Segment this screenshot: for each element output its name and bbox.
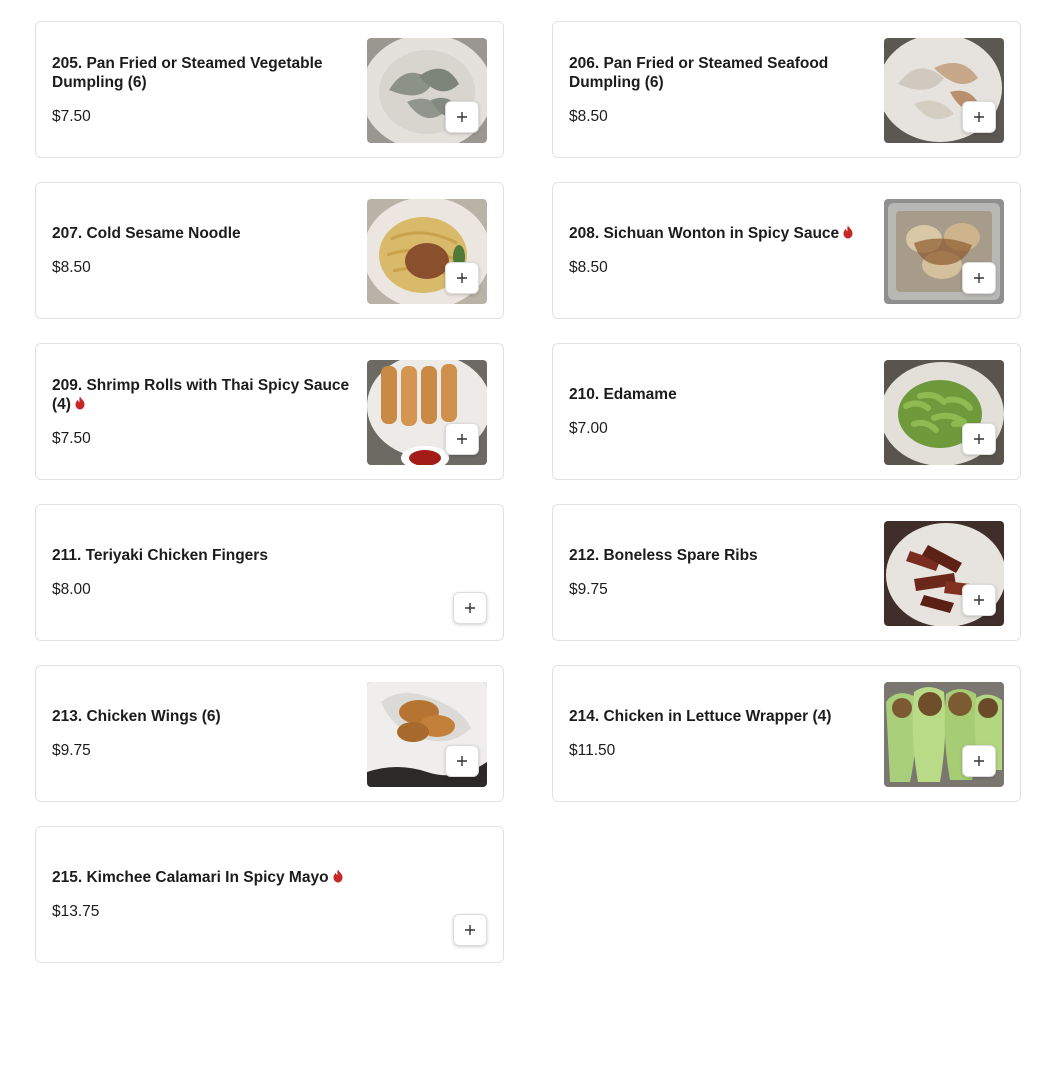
item-price: $8.50: [569, 107, 608, 125]
add-to-cart-button[interactable]: [445, 745, 479, 777]
plus-icon: [457, 434, 467, 444]
menu-item-card[interactable]: 213. Chicken Wings (6) $9.75: [35, 665, 504, 802]
menu-item-card[interactable]: 215. Kimchee Calamari In Spicy Mayo $13.…: [35, 826, 504, 963]
item-info: 215. Kimchee Calamari In Spicy Mayo $13.…: [52, 827, 463, 962]
item-info: 213. Chicken Wings (6) $9.75: [52, 666, 353, 801]
item-name: 213. Chicken Wings (6): [52, 708, 221, 726]
item-info: 210. Edamame $7.00: [569, 344, 870, 479]
add-to-cart-button[interactable]: [445, 262, 479, 294]
item-info: 205. Pan Fried or Steamed Vegetable Dump…: [52, 22, 353, 157]
add-to-cart-button[interactable]: [962, 101, 996, 133]
item-name: 210. Edamame: [569, 386, 677, 404]
plus-icon: [974, 112, 984, 122]
item-name: 208. Sichuan Wonton in Spicy Sauce: [569, 224, 870, 244]
item-info: 208. Sichuan Wonton in Spicy Sauce $8.50: [569, 183, 870, 318]
item-name: 209. Shrimp Rolls with Thai Spicy Sauce …: [52, 376, 353, 415]
plus-icon: [457, 756, 467, 766]
menu-item-card[interactable]: 214. Chicken in Lettuce Wrapper (4) $11.…: [552, 665, 1021, 802]
plus-icon: [465, 925, 475, 935]
add-to-cart-button[interactable]: [962, 745, 996, 777]
item-info: 214. Chicken in Lettuce Wrapper (4) $11.…: [569, 666, 870, 801]
item-price: $13.75: [52, 902, 100, 920]
flame-icon: [843, 225, 853, 239]
item-name: 212. Boneless Spare Ribs: [569, 547, 758, 565]
item-price: $9.75: [52, 741, 91, 759]
plus-icon: [974, 273, 984, 283]
item-name: 207. Cold Sesame Noodle: [52, 225, 241, 243]
menu-item-card[interactable]: 208. Sichuan Wonton in Spicy Sauce $8.50: [552, 182, 1021, 319]
plus-icon: [974, 434, 984, 444]
plus-icon: [974, 595, 984, 605]
add-to-cart-button[interactable]: [445, 101, 479, 133]
menu-item-card[interactable]: 212. Boneless Spare Ribs $9.75: [552, 504, 1021, 641]
item-info: 209. Shrimp Rolls with Thai Spicy Sauce …: [52, 344, 353, 479]
item-name: 215. Kimchee Calamari In Spicy Mayo: [52, 868, 463, 888]
item-price: $7.00: [569, 419, 608, 437]
menu-item-card[interactable]: 209. Shrimp Rolls with Thai Spicy Sauce …: [35, 343, 504, 480]
plus-icon: [465, 603, 475, 613]
add-to-cart-button[interactable]: [962, 423, 996, 455]
plus-icon: [457, 112, 467, 122]
flame-icon: [75, 396, 85, 410]
item-price: $8.00: [52, 580, 91, 598]
menu-item-card[interactable]: 205. Pan Fried or Steamed Vegetable Dump…: [35, 21, 504, 158]
menu-item-card[interactable]: 207. Cold Sesame Noodle $8.50: [35, 182, 504, 319]
item-price: $8.50: [569, 258, 608, 276]
item-price: $11.50: [569, 741, 616, 759]
plus-icon: [457, 273, 467, 283]
item-price: $7.50: [52, 429, 91, 447]
item-info: 211. Teriyaki Chicken Fingers $8.00: [52, 505, 463, 640]
item-name-text: 215. Kimchee Calamari In Spicy Mayo: [52, 869, 329, 887]
item-price: $7.50: [52, 107, 91, 125]
add-to-cart-button[interactable]: [453, 592, 487, 624]
menu-item-card[interactable]: 206. Pan Fried or Steamed Seafood Dumpli…: [552, 21, 1021, 158]
item-price: $8.50: [52, 258, 91, 276]
flame-icon: [333, 869, 343, 883]
add-to-cart-button[interactable]: [453, 914, 487, 946]
item-name-text: 209. Shrimp Rolls with Thai Spicy Sauce …: [52, 376, 350, 414]
menu-item-card[interactable]: 211. Teriyaki Chicken Fingers $8.00: [35, 504, 504, 641]
item-info: 207. Cold Sesame Noodle $8.50: [52, 183, 353, 318]
item-info: 212. Boneless Spare Ribs $9.75: [569, 505, 870, 640]
item-name-text: 208. Sichuan Wonton in Spicy Sauce: [569, 225, 840, 243]
add-to-cart-button[interactable]: [445, 423, 479, 455]
menu-item-card[interactable]: 210. Edamame $7.00: [552, 343, 1021, 480]
plus-icon: [974, 756, 984, 766]
add-to-cart-button[interactable]: [962, 262, 996, 294]
item-price: $9.75: [569, 580, 608, 598]
item-name: 206. Pan Fried or Steamed Seafood Dumpli…: [569, 54, 829, 92]
item-info: 206. Pan Fried or Steamed Seafood Dumpli…: [569, 22, 870, 157]
item-name: 211. Teriyaki Chicken Fingers: [52, 547, 268, 565]
item-name: 205. Pan Fried or Steamed Vegetable Dump…: [52, 54, 323, 92]
item-name: 214. Chicken in Lettuce Wrapper (4): [569, 708, 832, 726]
add-to-cart-button[interactable]: [962, 584, 996, 616]
